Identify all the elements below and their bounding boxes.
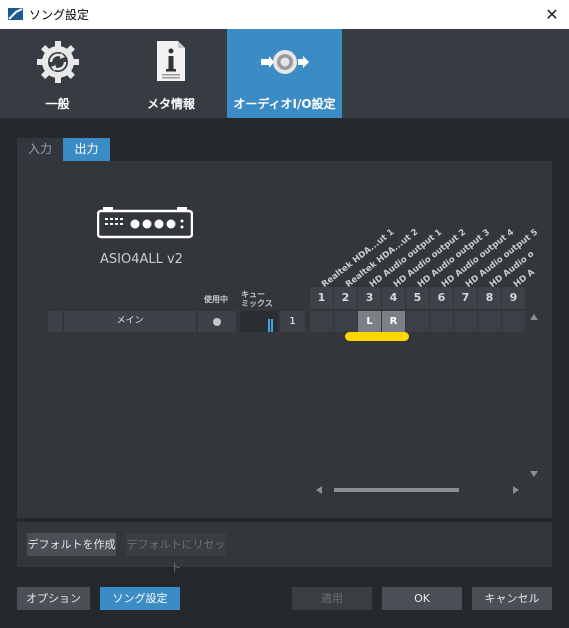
song-settings-button[interactable]: ソング設定 [100, 587, 180, 610]
tab-output[interactable]: 出力 [63, 138, 110, 161]
tab-audio-io-label: オーディオI/O設定 [233, 97, 336, 111]
row-color-strip [48, 311, 62, 332]
routing-cell[interactable] [310, 311, 333, 332]
options-button[interactable]: オプション [17, 587, 90, 610]
scroll-right-arrow-icon[interactable] [513, 486, 519, 494]
ok-button[interactable]: OK [382, 587, 462, 610]
level-meter [268, 319, 273, 332]
window-titlebar: ソング設定 ✕ [0, 0, 569, 29]
channel-number: 1 [310, 287, 333, 309]
document-info-icon [157, 41, 185, 81]
apply-button[interactable]: 適用 [292, 587, 372, 610]
channel-number: 2 [334, 287, 357, 309]
create-default-button[interactable]: デフォルトを作成 [27, 533, 116, 556]
device-name: ASIO4ALL v2 [100, 252, 183, 267]
in-use-indicator [213, 318, 221, 326]
channel-number: 6 [430, 287, 453, 309]
close-button[interactable]: ✕ [535, 0, 569, 29]
speaker-io-icon [260, 50, 309, 74]
channel-number: 7 [454, 287, 477, 309]
scroll-down-arrow-icon[interactable] [530, 471, 538, 477]
routing-cell[interactable] [478, 311, 501, 332]
routing-cell[interactable] [502, 311, 525, 332]
routing-cell-right[interactable]: R [382, 311, 405, 332]
routing-cell[interactable] [430, 311, 453, 332]
routing-cell[interactable] [454, 311, 477, 332]
tab-meta-info[interactable]: メタ情報 [115, 29, 227, 118]
scroll-left-arrow-icon[interactable] [316, 486, 322, 494]
cue-mix-cell[interactable] [240, 311, 278, 332]
in-use-header: 使用中 [204, 295, 228, 304]
routing-cell[interactable] [406, 311, 429, 332]
output-name[interactable]: メイン [64, 311, 196, 332]
cue-mix-header-line2: ミックス [241, 299, 273, 308]
horizontal-scrollbar-thumb[interactable] [334, 488, 459, 492]
routing-cell[interactable] [334, 311, 357, 332]
gear-sync-icon [36, 41, 79, 83]
scroll-up-arrow-icon[interactable] [530, 314, 538, 320]
reset-default-button[interactable]: デフォルトにリセット [126, 533, 226, 574]
in-use-toggle[interactable] [198, 311, 236, 332]
app-icon [8, 8, 23, 20]
window-title: ソング設定 [29, 8, 90, 22]
tab-meta-info-label: メタ情報 [146, 97, 195, 111]
tab-general-label: 一般 [45, 97, 70, 111]
channel-number: 3 [358, 287, 381, 309]
tab-general[interactable]: 一般 [0, 29, 115, 118]
channel-number: 9 [502, 287, 525, 309]
close-icon: ✕ [545, 5, 559, 24]
tab-audio-io[interactable]: オーディオI/O設定 [227, 29, 342, 118]
cancel-button[interactable]: キャンセル [472, 587, 552, 610]
cue-mix-header-line1: キュー [241, 290, 265, 299]
channel-number: 4 [382, 287, 405, 309]
highlight-marker [345, 332, 409, 341]
channel-number: 8 [478, 287, 501, 309]
channel-number: 5 [406, 287, 429, 309]
audio-interface-icon [97, 207, 193, 239]
settings-tab-strip: 一般 メタ情報 オーディオI/O設定 [0, 29, 569, 118]
tab-input[interactable]: 入力 [17, 138, 63, 161]
routing-cell-left[interactable]: L [358, 311, 381, 332]
output-number: 1 [280, 311, 305, 332]
